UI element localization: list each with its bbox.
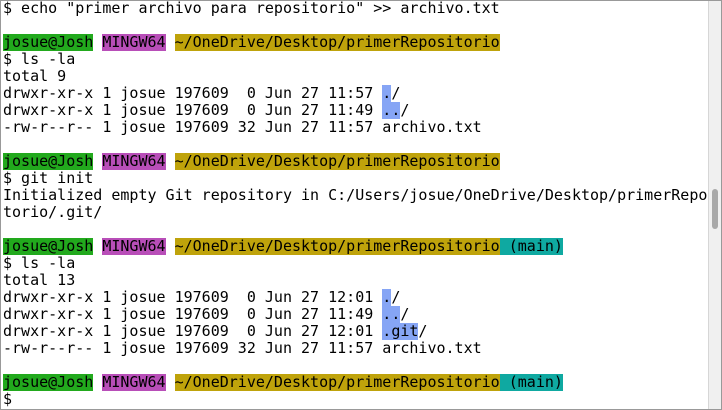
prompt-system: MINGW64 bbox=[102, 34, 166, 51]
terminal-line: josue@Josh MINGW64 ~/OneDrive/Desktop/pr… bbox=[3, 153, 707, 170]
line-text: total 9 bbox=[3, 68, 67, 85]
prompt-user: josue@Josh bbox=[3, 374, 94, 391]
line-text: drwxr-xr-x 1 josue 197609 0 Jun 27 12:01 bbox=[3, 289, 383, 306]
prompt-system: MINGW64 bbox=[102, 153, 166, 170]
vertical-scrollbar[interactable] bbox=[708, 1, 721, 409]
terminal-line: drwxr-xr-x 1 josue 197609 0 Jun 27 11:49… bbox=[3, 102, 707, 119]
directory-name: . bbox=[382, 289, 392, 306]
terminal-line: $ bbox=[3, 391, 707, 408]
prompt-path: ~/OneDrive/Desktop/primerRepositorio bbox=[174, 374, 500, 391]
line-text: -rw-r--r-- 1 josue 197609 32 Jun 27 11:5… bbox=[3, 119, 482, 136]
line-text: drwxr-xr-x 1 josue 197609 0 Jun 27 11:49 bbox=[3, 102, 383, 119]
directory-name: .. bbox=[382, 306, 401, 323]
terminal-line: drwxr-xr-x 1 josue 197609 0 Jun 27 12:01… bbox=[3, 323, 707, 340]
prompt-path: ~/OneDrive/Desktop/primerRepositorio bbox=[174, 34, 500, 51]
line-text: -rw-r--r-- 1 josue 197609 32 Jun 27 11:5… bbox=[3, 340, 482, 357]
line-text: / bbox=[400, 102, 410, 119]
line-text: drwxr-xr-x 1 josue 197609 0 Jun 27 11:57 bbox=[3, 85, 383, 102]
terminal-line: total 9 bbox=[3, 68, 707, 85]
line-text: $ ls -la bbox=[3, 255, 76, 272]
prompt-system: MINGW64 bbox=[102, 374, 166, 391]
prompt-user: josue@Josh bbox=[3, 238, 94, 255]
terminal-line: drwxr-xr-x 1 josue 197609 0 Jun 27 11:49… bbox=[3, 306, 707, 323]
line-text: $ echo "primer archivo para repositorio"… bbox=[3, 0, 500, 17]
directory-name: . bbox=[382, 85, 392, 102]
terminal-line: $ echo "primer archivo para repositorio"… bbox=[3, 0, 707, 17]
terminal-line: $ ls -la bbox=[3, 255, 707, 272]
prompt-path: ~/OneDrive/Desktop/primerRepositorio bbox=[174, 153, 500, 170]
terminal-line: josue@Josh MINGW64 ~/OneDrive/Desktop/pr… bbox=[3, 238, 707, 255]
terminal-line: drwxr-xr-x 1 josue 197609 0 Jun 27 11:57… bbox=[3, 85, 707, 102]
line-text: / bbox=[418, 323, 428, 340]
prompt-user: josue@Josh bbox=[3, 153, 94, 170]
line-text bbox=[93, 238, 102, 255]
line-text bbox=[93, 34, 102, 51]
terminal-line: drwxr-xr-x 1 josue 197609 0 Jun 27 12:01… bbox=[3, 289, 707, 306]
line-text bbox=[166, 374, 175, 391]
terminal-line: josue@Josh MINGW64 ~/OneDrive/Desktop/pr… bbox=[3, 34, 707, 51]
line-text: drwxr-xr-x 1 josue 197609 0 Jun 27 12:01 bbox=[3, 323, 383, 340]
terminal-output: $ echo "primer archivo para repositorio"… bbox=[3, 0, 707, 408]
line-text: drwxr-xr-x 1 josue 197609 0 Jun 27 11:49 bbox=[3, 306, 383, 323]
git-branch: (main) bbox=[499, 374, 563, 391]
prompt-user: josue@Josh bbox=[3, 34, 94, 51]
line-text: total 13 bbox=[3, 272, 76, 289]
terminal-line: $ ls -la bbox=[3, 51, 707, 68]
prompt-system: MINGW64 bbox=[102, 238, 166, 255]
line-text bbox=[93, 153, 102, 170]
line-text: $ git init bbox=[3, 170, 94, 187]
line-text: / bbox=[400, 306, 410, 323]
directory-name: .. bbox=[382, 102, 401, 119]
terminal-line: Initialized empty Git repository in C:/U… bbox=[3, 187, 707, 204]
terminal-window[interactable]: $ echo "primer archivo para repositorio"… bbox=[0, 0, 722, 410]
line-text: Initialized empty Git repository in C:/U… bbox=[3, 187, 707, 204]
terminal-line: torio/.git/ bbox=[3, 204, 707, 221]
prompt-path: ~/OneDrive/Desktop/primerRepositorio bbox=[174, 238, 500, 255]
git-branch: (main) bbox=[499, 238, 563, 255]
terminal-line: -rw-r--r-- 1 josue 197609 32 Jun 27 11:5… bbox=[3, 119, 707, 136]
line-text: / bbox=[391, 85, 401, 102]
terminal-line: $ git init bbox=[3, 170, 707, 187]
terminal-line: total 13 bbox=[3, 272, 707, 289]
line-text bbox=[166, 238, 175, 255]
directory-name: .git bbox=[382, 323, 419, 340]
scrollbar-thumb[interactable] bbox=[712, 189, 718, 229]
line-text: torio/.git/ bbox=[3, 204, 103, 221]
line-text: / bbox=[391, 289, 401, 306]
line-text: $ ls -la bbox=[3, 51, 76, 68]
line-text bbox=[166, 153, 175, 170]
line-text: $ bbox=[3, 391, 13, 408]
line-text bbox=[166, 34, 175, 51]
terminal-line: josue@Josh MINGW64 ~/OneDrive/Desktop/pr… bbox=[3, 374, 707, 391]
line-text bbox=[93, 374, 102, 391]
terminal-line: -rw-r--r-- 1 josue 197609 32 Jun 27 11:5… bbox=[3, 340, 707, 357]
